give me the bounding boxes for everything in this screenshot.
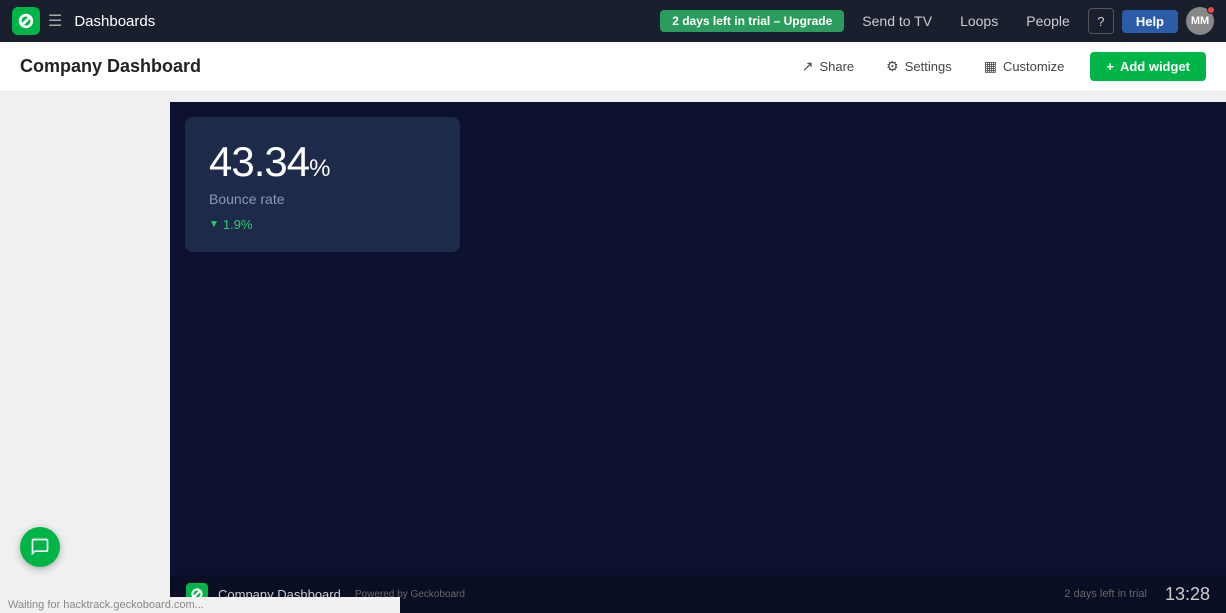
down-arrow-icon: ▼ (209, 219, 219, 230)
page-title: Company Dashboard (20, 56, 788, 77)
send-to-tv-link[interactable]: Send to TV (852, 13, 942, 29)
bounce-rate-widget: 43.34% Bounce rate ▼ 1.9% (185, 117, 460, 252)
widget-value: 43.34% (209, 141, 436, 183)
customize-button[interactable]: ▦ Customize (970, 52, 1079, 81)
chat-bubble-button[interactable] (20, 527, 60, 567)
customize-icon: ▦ (984, 58, 997, 75)
sub-header: Company Dashboard ↗ Share ⚙ Settings ▦ C… (0, 42, 1226, 92)
loops-link[interactable]: Loops (950, 13, 1008, 29)
nav-title: Dashboards (74, 13, 652, 30)
status-bar: Waiting for hacktrack.geckoboard.com... (0, 597, 400, 613)
logo (12, 7, 40, 35)
main-content: 43.34% Bounce rate ▼ 1.9% Company Dashbo… (0, 92, 1226, 613)
people-link[interactable]: People (1016, 13, 1080, 29)
header-actions: ↗ Share ⚙ Settings ▦ Customize + Add wid… (788, 52, 1206, 81)
help-icon-button[interactable]: ? (1088, 8, 1114, 34)
menu-icon[interactable]: ☰ (48, 11, 62, 31)
avatar[interactable]: MM (1186, 7, 1214, 35)
share-button[interactable]: ↗ Share (788, 52, 868, 81)
widget-change: ▼ 1.9% (209, 217, 436, 232)
share-icon: ↗ (802, 58, 814, 75)
settings-icon: ⚙ (886, 58, 899, 75)
footer-time: 13:28 (1165, 584, 1210, 605)
help-button[interactable]: Help (1122, 10, 1178, 33)
top-nav: ☰ Dashboards 2 days left in trial – Upgr… (0, 0, 1226, 42)
widget-label: Bounce rate (209, 191, 436, 207)
widget-unit: % (309, 155, 329, 182)
trial-badge[interactable]: 2 days left in trial – Upgrade (660, 10, 844, 32)
settings-button[interactable]: ⚙ Settings (872, 52, 966, 81)
footer-trial-text: 2 days left in trial (1064, 588, 1147, 600)
notification-dot (1207, 6, 1215, 14)
dashboard-area: 43.34% Bounce rate ▼ 1.9% Company Dashbo… (170, 102, 1226, 613)
add-widget-button[interactable]: + Add widget (1090, 52, 1206, 81)
plus-icon: + (1106, 59, 1114, 74)
